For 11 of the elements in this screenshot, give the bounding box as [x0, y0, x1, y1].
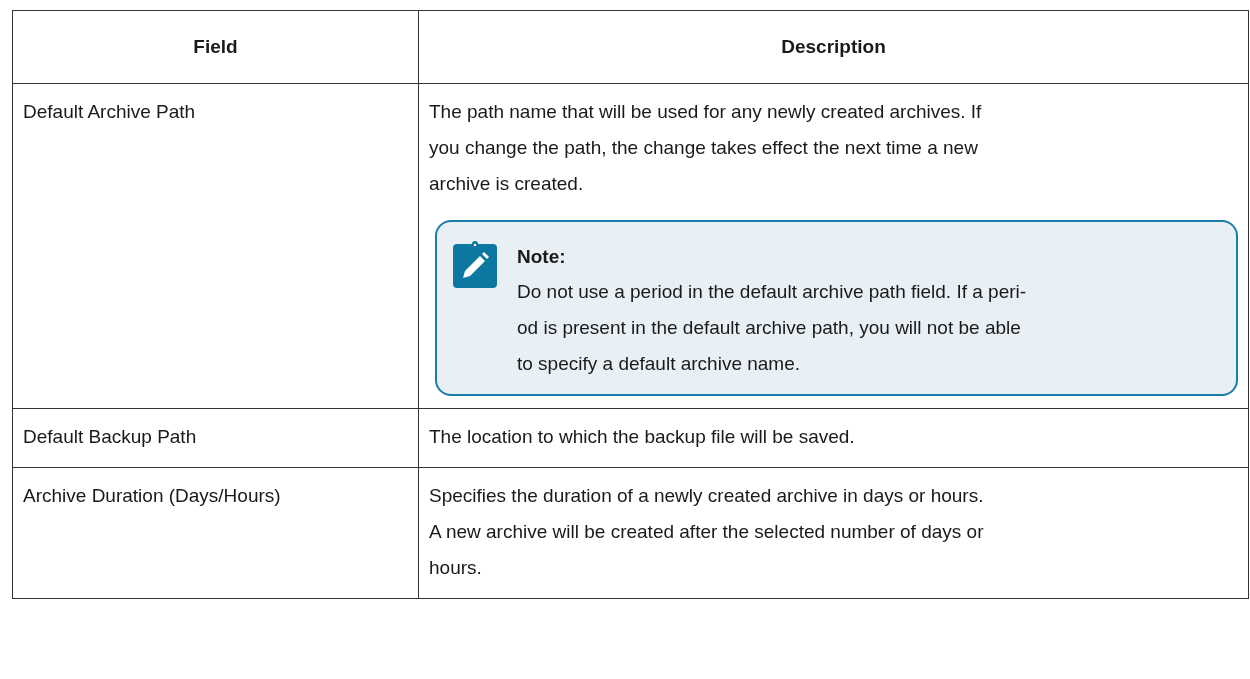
- description-text: The path name that will be used for any newly created archives. If you change the path, the change takes effect the next time a new archive is created.: [429, 100, 983, 196]
- description-text: The location to which the backup file will be saved.: [429, 425, 856, 449]
- note-title: Note:: [517, 245, 567, 269]
- column-header: Description: [418, 10, 1249, 84]
- column-header: Field: [12, 10, 419, 84]
- note-text: Do not use a period in the default archive path field. If a peri- od is present in the default archive path, you will not be able to specify a default archive name.: [517, 280, 1027, 376]
- description-text: Specifies the duration of a newly created archive in days or hours. A new archive will be created after the selected number of days or hours.: [429, 484, 985, 580]
- field-cell: Default Archive Path: [12, 83, 419, 409]
- clipboard-pencil-icon: [453, 240, 497, 288]
- field-cell: Archive Duration (Days/Hours): [12, 467, 419, 599]
- field-cell: Default Backup Path: [12, 408, 419, 468]
